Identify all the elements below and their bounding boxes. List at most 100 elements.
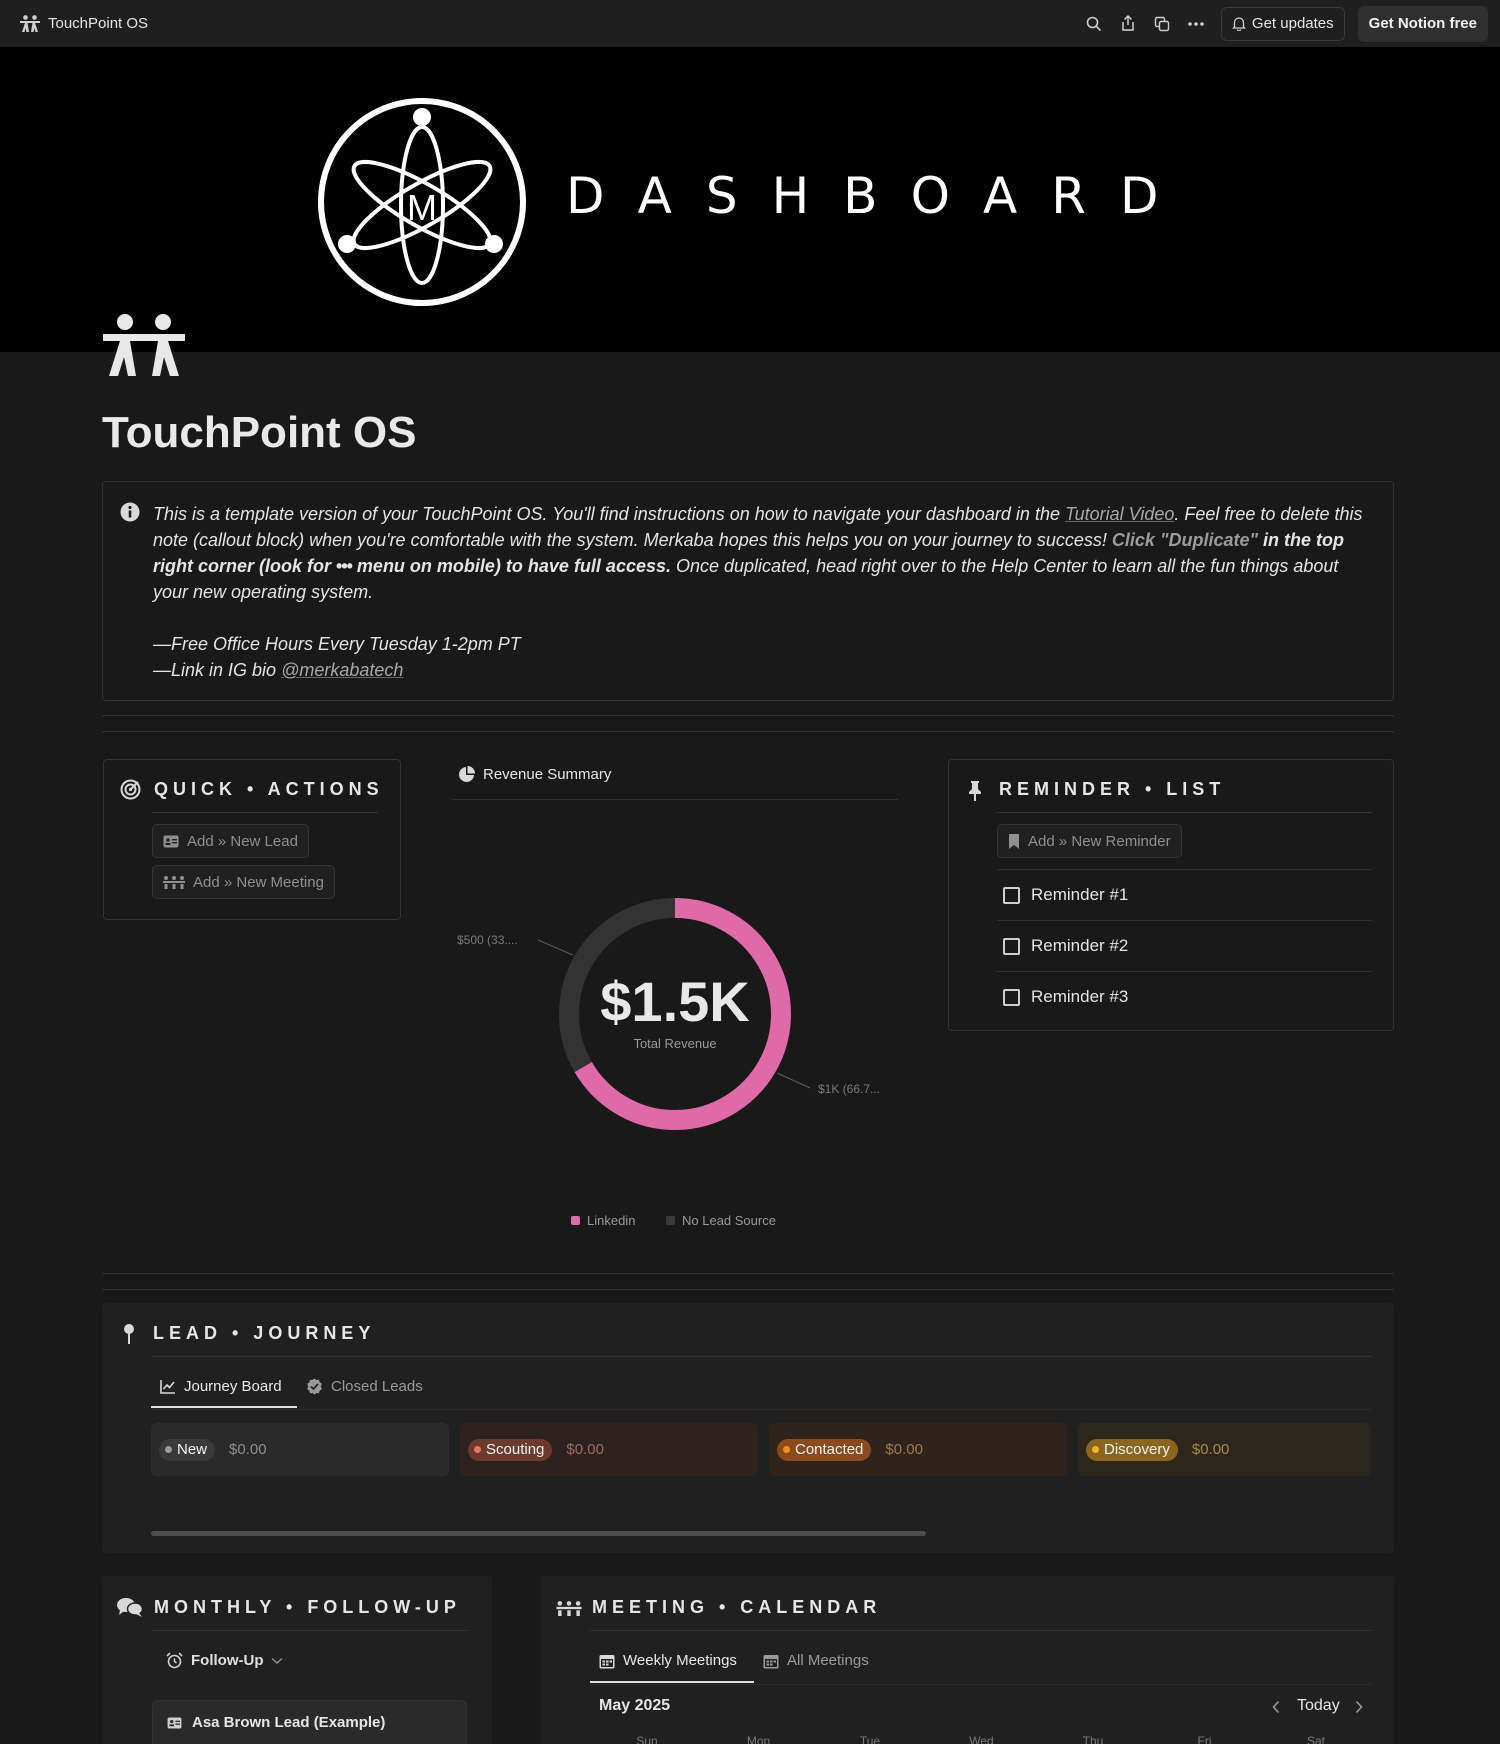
reminder-label: Reminder #1 bbox=[1031, 885, 1129, 904]
checkbox[interactable] bbox=[1003, 886, 1020, 904]
pin-icon bbox=[969, 781, 981, 801]
weekday-label: Tue bbox=[859, 1734, 881, 1744]
add-new-meeting-button[interactable]: Add » New Meeting bbox=[152, 865, 335, 899]
follow-up-card[interactable]: Asa Brown Lead (Example) bbox=[152, 1700, 467, 1744]
weekday-label: Sat bbox=[1306, 1734, 1325, 1744]
active-tab-underline bbox=[151, 1406, 297, 1408]
tab-all-meetings[interactable]: All Meetings bbox=[763, 1652, 869, 1669]
divider bbox=[102, 715, 1394, 716]
chevron-down-icon bbox=[271, 1657, 283, 1664]
meeting-calendar-heading: MEETING • CALENDAR bbox=[592, 1597, 882, 1617]
divider bbox=[102, 1289, 1394, 1290]
get-notion-free-button[interactable]: Get Notion free bbox=[1357, 5, 1488, 42]
divider bbox=[997, 971, 1372, 972]
bookmark-icon bbox=[1009, 833, 1019, 849]
get-updates-label: Get updates bbox=[1251, 15, 1334, 32]
instagram-link[interactable]: @merkabatech bbox=[281, 660, 403, 680]
divider bbox=[102, 731, 1394, 732]
callout-text: —Link in IG bio bbox=[153, 660, 282, 680]
tab-label: Journey Board bbox=[184, 1378, 282, 1395]
column-sum: $0.00 bbox=[1191, 1441, 1230, 1458]
contact-card-icon bbox=[163, 835, 179, 847]
page-icon[interactable] bbox=[103, 313, 185, 382]
breadcrumb[interactable]: TouchPoint OS bbox=[20, 14, 149, 33]
reminder-item[interactable]: Reminder #3 bbox=[1003, 987, 1128, 1007]
search-icon[interactable] bbox=[1077, 10, 1111, 38]
add-new-meeting-label: Add » New Meeting bbox=[193, 873, 324, 891]
divider bbox=[152, 1630, 468, 1631]
follow-up-view-selector[interactable]: Follow-Up bbox=[166, 1652, 283, 1669]
chevron-right-icon[interactable] bbox=[1354, 1700, 1364, 1714]
add-new-lead-button[interactable]: Add » New Lead bbox=[152, 824, 309, 858]
weekday-label: Sun bbox=[636, 1734, 658, 1744]
verified-badge-icon bbox=[307, 1378, 322, 1395]
slice-label-linkedin: $1K (66.7... bbox=[818, 1082, 881, 1096]
status-dot bbox=[165, 1446, 172, 1453]
divider bbox=[152, 812, 378, 813]
total-revenue-value: $1.5K bbox=[600, 970, 750, 1033]
tab-label: All Meetings bbox=[787, 1652, 869, 1669]
monthly-follow-up-heading: MONTHLY • FOLLOW-UP bbox=[154, 1597, 461, 1617]
slice-label-no-lead-source: $500 (33.... bbox=[457, 933, 518, 947]
leader-line bbox=[776, 1072, 811, 1089]
callout-paragraph: This is a template version of your Touch… bbox=[153, 501, 1363, 605]
status-dot bbox=[474, 1446, 481, 1453]
column-sum: $0.00 bbox=[566, 1441, 604, 1458]
cover-image: M DASHBOARD bbox=[0, 47, 1500, 352]
view-label: Follow-Up bbox=[191, 1652, 264, 1669]
add-new-reminder-button[interactable]: Add » New Reminder bbox=[997, 824, 1182, 858]
meeting-group-icon bbox=[163, 876, 185, 889]
reminder-item[interactable]: Reminder #1 bbox=[1003, 885, 1128, 905]
bell-icon bbox=[1231, 17, 1246, 31]
get-updates-button[interactable]: Get updates bbox=[1220, 6, 1345, 41]
share-icon[interactable] bbox=[1111, 10, 1145, 38]
reminder-item[interactable]: Reminder #2 bbox=[1003, 936, 1128, 956]
status-label: Scouting bbox=[486, 1441, 545, 1458]
merkaba-logo: M bbox=[318, 98, 526, 306]
divider bbox=[151, 1356, 1371, 1357]
status-label: Contacted bbox=[795, 1441, 864, 1458]
board-column-discovery[interactable]: Discovery $0.00 bbox=[1078, 1423, 1371, 1476]
legend-item-linkedin[interactable]: Linkedin bbox=[571, 1213, 635, 1228]
chevron-left-icon[interactable] bbox=[1271, 1700, 1281, 1714]
status-label: New bbox=[177, 1441, 208, 1458]
divider bbox=[590, 1684, 1372, 1685]
tutorial-video-link[interactable]: Tutorial Video bbox=[1065, 504, 1174, 524]
status-dot bbox=[1092, 1446, 1099, 1453]
tab-closed-leads[interactable]: Closed Leads bbox=[306, 1378, 423, 1395]
legend-label: No Lead Source bbox=[682, 1213, 776, 1228]
legend-item-no-lead-source[interactable]: No Lead Source bbox=[666, 1213, 776, 1228]
weekday-label: Thu bbox=[1082, 1734, 1104, 1744]
duplicate-icon[interactable] bbox=[1145, 10, 1179, 38]
today-button[interactable]: Today bbox=[1297, 1697, 1340, 1715]
quick-actions-heading: QUICK • ACTIONS bbox=[154, 779, 384, 799]
column-sum: $0.00 bbox=[885, 1441, 923, 1458]
calendar-month: May 2025 bbox=[599, 1697, 671, 1714]
status-dot bbox=[783, 1446, 790, 1453]
info-icon bbox=[120, 502, 140, 522]
tab-weekly-meetings[interactable]: Weekly Meetings bbox=[599, 1652, 737, 1669]
board-column-new[interactable]: New $0.00 bbox=[151, 1423, 449, 1476]
board-column-scouting[interactable]: Scouting $0.00 bbox=[460, 1423, 758, 1476]
reminder-list-heading: REMINDER • LIST bbox=[999, 779, 1226, 799]
target-icon bbox=[120, 779, 141, 800]
leader-line bbox=[537, 939, 574, 956]
status-label: Discovery bbox=[1104, 1441, 1170, 1458]
top-bar: TouchPoint OS Get updates Get Notion fre… bbox=[0, 0, 1500, 47]
calendar-icon bbox=[763, 1654, 779, 1668]
horizontal-scrollbar[interactable] bbox=[151, 1531, 926, 1536]
checkbox[interactable] bbox=[1003, 988, 1020, 1006]
more-icon[interactable] bbox=[1179, 10, 1213, 38]
cover-title: DASHBOARD bbox=[566, 167, 1193, 225]
meeting-group-icon bbox=[556, 1601, 582, 1616]
ig-bio-line: —Link in IG bio @merkabatech bbox=[153, 657, 1363, 683]
board-column-contacted[interactable]: Contacted $0.00 bbox=[769, 1423, 1067, 1476]
divider bbox=[452, 799, 898, 800]
divider bbox=[151, 1409, 1371, 1410]
breadcrumb-title: TouchPoint OS bbox=[48, 15, 149, 32]
dots-glyph: ••• bbox=[336, 556, 353, 576]
card-title: Asa Brown Lead (Example) bbox=[192, 1714, 386, 1731]
tab-journey-board[interactable]: Journey Board bbox=[160, 1378, 282, 1395]
checkbox[interactable] bbox=[1003, 937, 1020, 955]
reminder-label: Reminder #2 bbox=[1031, 936, 1129, 955]
